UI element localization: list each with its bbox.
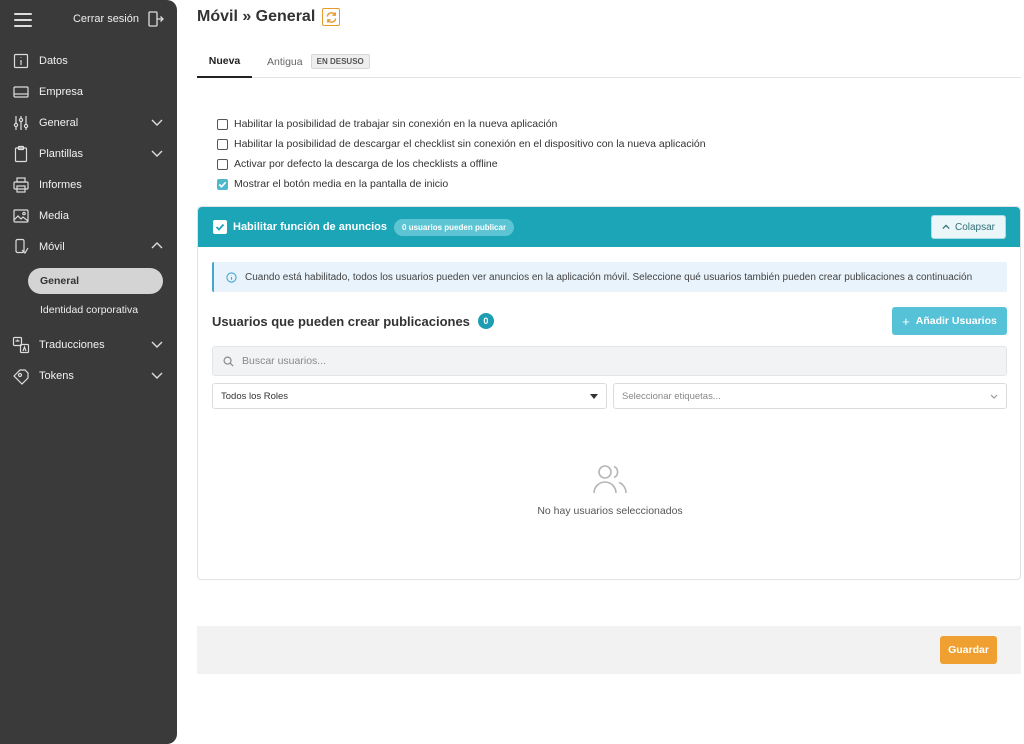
chevron-down-icon <box>990 394 998 399</box>
sidebar-item-label: Empresa <box>39 85 84 98</box>
option-row: Habilitar la posibilidad de trabajar sin… <box>217 114 706 134</box>
tag-icon <box>12 367 30 385</box>
option-label: Mostrar el botón media en la pantalla de… <box>234 178 449 190</box>
sidebar-item-label: General <box>39 116 79 129</box>
add-users-label: Añadir Usuarios <box>915 315 997 327</box>
page-title: Móvil » General <box>197 8 316 25</box>
sidebar-item-label: Traducciones <box>39 338 105 351</box>
tags-select[interactable]: Seleccionar etiquetas... <box>613 383 1007 409</box>
checkbox-offline-download[interactable] <box>217 138 228 150</box>
sidebar-item-movil[interactable]: Móvil <box>0 231 177 262</box>
collapse-button[interactable]: Colapsar <box>930 215 1006 239</box>
sidebar-item-label: Media <box>39 209 69 222</box>
enable-announcements-checkbox[interactable] <box>213 220 227 234</box>
chevron-down-icon <box>151 150 163 157</box>
printer-icon <box>12 176 30 194</box>
option-row: Activar por defecto la descarga de los c… <box>217 154 706 174</box>
plus-icon: + <box>902 313 910 329</box>
tags-select-placeholder: Seleccionar etiquetas... <box>622 390 721 402</box>
check-icon <box>215 223 225 231</box>
publishers-badge: 0 usuarios pueden publicar <box>394 218 515 236</box>
option-row: Habilitar la posibilidad de descargar el… <box>217 134 706 154</box>
sidebar-item-media[interactable]: Media <box>0 200 177 231</box>
sidebar-subitem-label: Identidad corporativa <box>40 303 139 316</box>
sidebar-item-datos[interactable]: Datos <box>0 45 177 76</box>
tab-label: Nueva <box>208 54 241 67</box>
sidebar-subitem-general[interactable]: General <box>28 268 163 294</box>
sidebar-item-label: Móvil <box>39 240 65 253</box>
sidebar-item-informes[interactable]: Informes <box>0 169 177 200</box>
sidebar-header: Cerrar sesión <box>0 0 177 40</box>
info-circle-icon <box>226 271 237 283</box>
tab-nueva[interactable]: Nueva <box>197 45 252 78</box>
option-row: Mostrar el botón media en la pantalla de… <box>217 174 706 194</box>
option-label: Habilitar la posibilidad de trabajar sin… <box>234 118 558 130</box>
users-header: Usuarios que pueden crear publicaciones … <box>212 307 1007 335</box>
announcements-header: Habilitar función de anuncios 0 usuarios… <box>198 207 1020 247</box>
sidebar-item-label: Datos <box>39 54 68 67</box>
info-alert: Cuando está habilitado, todos los usuari… <box>212 262 1007 292</box>
tab-label: Antigua <box>267 55 303 68</box>
building-icon <box>12 83 30 101</box>
search-input[interactable] <box>242 355 942 367</box>
roles-select-value: Todos los Roles <box>221 390 289 402</box>
announcements-panel: Habilitar función de anuncios 0 usuarios… <box>197 206 1021 580</box>
users-title: Usuarios que pueden crear publicaciones <box>212 313 470 329</box>
sidebar-subitem-label: General <box>40 275 80 287</box>
sidebar-item-label: Plantillas <box>39 147 84 160</box>
chevron-down-icon <box>151 119 163 126</box>
info-icon <box>12 52 30 70</box>
users-count-badge: 0 <box>477 313 494 329</box>
logout-label: Cerrar sesión <box>72 13 139 25</box>
sidebar-item-tokens[interactable]: Tokens <box>0 360 177 391</box>
sidebar-item-plantillas[interactable]: Plantillas <box>0 138 177 169</box>
sidebar: Cerrar sesión Datos Empresa General Plan… <box>0 0 177 744</box>
menu-icon[interactable] <box>14 13 32 27</box>
chevron-down-icon <box>151 372 163 379</box>
tab-antigua[interactable]: Antigua EN DESUSO <box>267 45 370 78</box>
footer-bar: Guardar <box>197 626 1021 674</box>
mobile-icon <box>12 238 30 256</box>
chevron-up-icon <box>942 224 950 230</box>
clipboard-icon <box>12 145 30 163</box>
chevron-up-icon <box>151 242 163 249</box>
option-label: Habilitar la posibilidad de descargar el… <box>234 138 706 150</box>
check-icon <box>218 181 227 188</box>
user-search <box>212 346 1007 376</box>
logout-icon <box>148 11 164 27</box>
sidebar-item-label: Informes <box>39 178 82 191</box>
announcements-title: Habilitar función de anuncios <box>233 221 388 233</box>
checkbox-offline-work[interactable] <box>217 118 228 130</box>
info-text: Cuando está habilitado, todos los usuari… <box>245 271 973 283</box>
checkbox-default-offline[interactable] <box>217 158 228 170</box>
tab-bar: Nueva Antigua EN DESUSO <box>197 45 1021 78</box>
page-header: Móvil » General <box>197 8 341 26</box>
logout-button[interactable]: Cerrar sesión <box>73 10 165 28</box>
deprecated-badge: EN DESUSO <box>310 54 370 69</box>
collapse-label: Colapsar <box>954 221 995 233</box>
refresh-button[interactable] <box>322 8 341 26</box>
caret-down-icon <box>590 394 598 399</box>
empty-state: No hay usuarios seleccionados <box>198 463 1022 517</box>
checkbox-media-button[interactable] <box>217 178 228 190</box>
empty-state-text: No hay usuarios seleccionados <box>537 505 683 517</box>
options-list: Habilitar la posibilidad de trabajar sin… <box>217 114 706 194</box>
sidebar-subitem-identidad-corporativa[interactable]: Identidad corporativa <box>0 296 177 323</box>
save-label: Guardar <box>948 644 989 656</box>
option-label: Activar por defecto la descarga de los c… <box>234 158 498 170</box>
save-button[interactable]: Guardar <box>940 636 997 664</box>
translate-icon <box>12 336 30 354</box>
sidebar-item-label: Tokens <box>39 369 74 382</box>
users-icon <box>593 465 627 494</box>
image-icon <box>12 207 30 225</box>
refresh-icon <box>326 11 337 23</box>
sliders-icon <box>12 114 30 132</box>
search-icon <box>223 356 234 367</box>
chevron-down-icon <box>151 341 163 348</box>
sidebar-item-empresa[interactable]: Empresa <box>0 76 177 107</box>
roles-select[interactable]: Todos los Roles <box>212 383 607 409</box>
add-users-button[interactable]: + Añadir Usuarios <box>892 307 1007 335</box>
sidebar-item-traducciones[interactable]: Traducciones <box>0 329 177 360</box>
sidebar-item-general[interactable]: General <box>0 107 177 138</box>
